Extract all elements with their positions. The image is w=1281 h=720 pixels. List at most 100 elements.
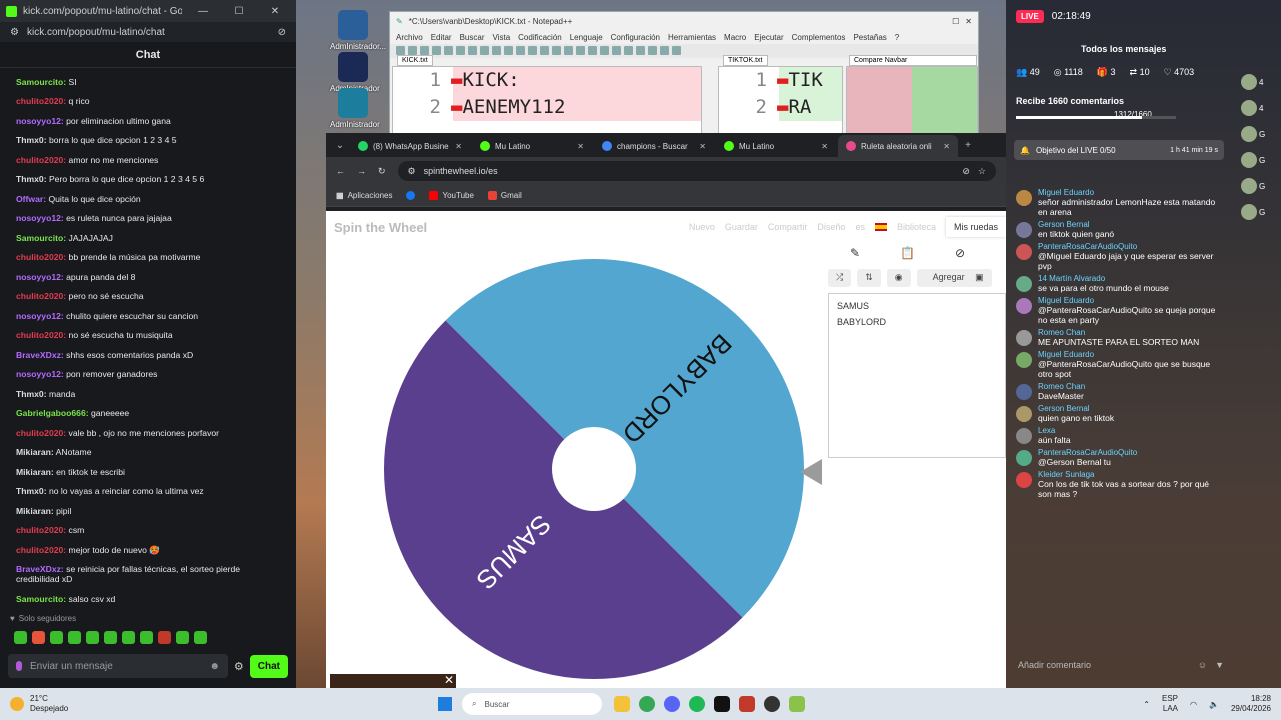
comment-username[interactable]: Lexa [1038, 426, 1071, 435]
menu-item[interactable]: Complementos [792, 33, 846, 42]
avatar[interactable] [1016, 298, 1032, 314]
menu-item[interactable]: Codificación [518, 33, 562, 42]
nav-language[interactable]: es [855, 222, 865, 232]
avatar[interactable] [1016, 222, 1032, 238]
pencil-icon[interactable]: ✎ [850, 246, 860, 260]
comment-username[interactable]: 14 Martín Alvarado [1038, 274, 1169, 283]
browser-tab[interactable]: Mu Latino ✕ [472, 135, 592, 157]
comment-username[interactable]: Miguel Eduardo [1038, 350, 1216, 359]
avatar[interactable] [1016, 384, 1032, 400]
tab-close-icon[interactable]: ✕ [821, 142, 828, 151]
chat-username[interactable]: chulito2020: [16, 291, 66, 301]
chat-username[interactable]: nosoyyo12: [16, 311, 64, 321]
side-user[interactable]: G [1241, 174, 1277, 198]
send-chat-button[interactable]: Chat [249, 654, 288, 678]
side-user[interactable]: 4 [1241, 70, 1277, 94]
tab-search-icon[interactable]: ⌄ [332, 135, 348, 157]
chat-input[interactable]: Enviar un mensaje ☻ [8, 654, 228, 678]
nav-new[interactable]: Nuevo [689, 222, 715, 232]
forward-icon[interactable]: → [357, 166, 366, 176]
emote-icon[interactable] [176, 630, 189, 644]
tab-tiktok-txt[interactable]: TIKTOK.txt [723, 55, 768, 66]
bookmark-apps[interactable]: ▦ Aplicaciones [336, 191, 392, 200]
site-logo[interactable]: Spin the Wheel [334, 220, 427, 235]
emote-icon[interactable] [158, 630, 171, 644]
chat-username[interactable]: Mikiaran: [16, 447, 54, 457]
tab-close-icon[interactable]: ✕ [943, 142, 950, 151]
avatar[interactable] [1016, 450, 1032, 466]
tiktok-icon[interactable] [714, 696, 730, 712]
comment-username[interactable]: Miguel Eduardo [1038, 188, 1216, 197]
chat-username[interactable]: Thmx0: [16, 174, 47, 184]
my-wheels-button[interactable]: Mis ruedas [945, 217, 1006, 237]
chat-username[interactable]: chulito2020: [16, 155, 66, 165]
chat-username[interactable]: BraveXDxz: [16, 564, 64, 574]
chat-username[interactable]: chulito2020: [16, 96, 66, 106]
chat-username[interactable]: nosoyyo12: [16, 116, 64, 126]
wifi-icon[interactable]: ◠ [1190, 700, 1197, 709]
emoji-icon[interactable]: ☻ [209, 661, 220, 672]
menu-item[interactable]: Pestañas [853, 33, 886, 42]
eye-off-icon[interactable]: ⊘ [962, 166, 970, 177]
back-icon[interactable]: ← [336, 166, 345, 176]
chat-username[interactable]: nosoyyo12: [16, 369, 64, 379]
live-goal-bar[interactable]: 🔔 Objetivo del LIVE 0/50 1 h 41 min 19 s [1014, 140, 1224, 160]
menu-item[interactable]: Lenguaje [570, 33, 603, 42]
chat-username[interactable]: Thmx0: [16, 135, 47, 145]
emote-icon[interactable] [140, 630, 153, 644]
menu-item[interactable]: Buscar [460, 33, 485, 42]
chrome-icon[interactable] [639, 696, 655, 712]
tab-close-icon[interactable]: ✕ [577, 142, 584, 151]
chat-username[interactable]: Mikiaran: [16, 467, 54, 477]
menu-item[interactable]: Herramientas [668, 33, 716, 42]
star-icon[interactable]: ☆ [978, 166, 986, 177]
nav-library[interactable]: Biblioteca [897, 222, 936, 232]
chat-username[interactable]: nosoyyo12: [16, 213, 64, 223]
chat-username[interactable]: Thmx0: [16, 389, 47, 399]
chat-username[interactable]: chulito2020: [16, 525, 66, 535]
settings-gear-icon[interactable]: ⚙ [234, 660, 244, 673]
taskbar-search[interactable]: ⌕ Buscar [462, 693, 602, 715]
editor-pane-left[interactable]: KICK.txt 1 ▬KICK: 2 ▬AENEMY112 [392, 55, 702, 136]
nav-save[interactable]: Guardar [725, 222, 758, 232]
menu-item[interactable]: Archivo [396, 33, 423, 42]
chat-username[interactable]: Gabrielgaboo666: [16, 408, 89, 418]
site-info-icon[interactable]: ⚙ [10, 27, 19, 38]
browser-tab[interactable]: (8) WhatsApp Busine ✕ [350, 135, 470, 157]
close-button[interactable]: ✕ [965, 17, 972, 26]
emote-icon[interactable] [68, 630, 81, 644]
side-user[interactable]: G [1241, 122, 1277, 146]
emote-icon[interactable] [32, 630, 45, 644]
browser-tab[interactable]: champions - Buscar ✕ [594, 135, 714, 157]
side-user[interactable]: G [1241, 200, 1277, 224]
close-button[interactable]: ✕ [260, 6, 290, 17]
browser-tab[interactable]: Mu Latino ✕ [716, 135, 836, 157]
wheel-center[interactable] [552, 427, 636, 511]
all-messages-filter[interactable]: Todos los mensajes [1081, 44, 1166, 54]
comment-username[interactable]: PanteraRosaCarAudioQuito [1038, 448, 1137, 457]
side-user[interactable]: 4 [1241, 96, 1277, 120]
comment-username[interactable]: Romeo Chan [1038, 382, 1085, 391]
chat-username[interactable]: Samourcito: [16, 233, 66, 243]
spotify-icon[interactable] [689, 696, 705, 712]
menu-item[interactable]: Vista [493, 33, 511, 42]
desktop-icon-admin-1[interactable]: AdmInistrador... [330, 10, 386, 51]
editor-pane-right[interactable]: TIKTOK.txt 1 ▬TIK 2 ▬RA [718, 55, 843, 136]
comment-username[interactable]: Gerson Bernal [1038, 404, 1114, 413]
avatar[interactable] [1016, 244, 1032, 260]
avatar[interactable] [1016, 352, 1032, 368]
avatar[interactable] [1016, 406, 1032, 422]
avatar[interactable] [1016, 190, 1032, 206]
file-explorer-icon[interactable] [614, 696, 630, 712]
wheel[interactable]: BABYLORDSAMUS [384, 259, 804, 679]
chat-username[interactable]: Samourcito: [16, 594, 66, 604]
obs-icon[interactable] [764, 696, 780, 712]
clipboard-icon[interactable]: 📋 [900, 246, 915, 260]
shuffle-button[interactable]: ⤮ [828, 269, 852, 287]
eye-off-icon[interactable]: ⊘ [955, 246, 965, 260]
tab-kick-txt[interactable]: KICK.txt [397, 55, 433, 66]
language-indicator[interactable]: ESP LAA [1162, 694, 1178, 714]
discord-icon[interactable] [664, 696, 680, 712]
avatar[interactable] [1016, 472, 1032, 488]
comment-username[interactable]: Romeo Chan [1038, 328, 1199, 337]
